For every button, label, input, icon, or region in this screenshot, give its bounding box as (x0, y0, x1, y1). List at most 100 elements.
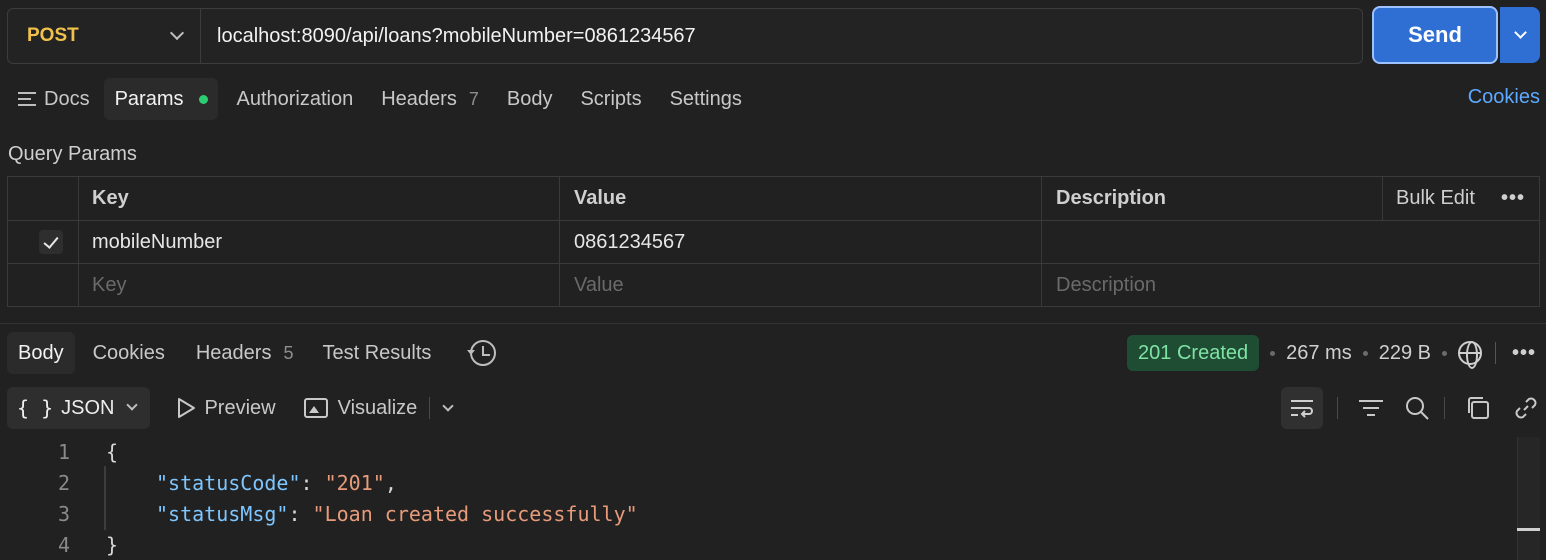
close-brace: } (106, 532, 119, 557)
tab-response-body[interactable]: Body (7, 332, 75, 374)
status-badge[interactable]: 201 Created (1127, 335, 1260, 371)
indent-guide (104, 466, 106, 530)
copy-icon[interactable] (1465, 395, 1491, 421)
tab-params[interactable]: Params (103, 78, 219, 120)
body-toolbar: { } JSON Preview Visualize (7, 387, 1539, 429)
tab-settings[interactable]: Settings (656, 78, 756, 120)
chevron-down-icon (1513, 25, 1527, 39)
request-url-bar: POST localhost:8090/api/loans?mobileNumb… (7, 8, 1363, 64)
row-value[interactable]: 0861234567 (559, 220, 1042, 264)
send-button[interactable]: Send (1372, 6, 1498, 64)
query-params-title: Query Params (8, 143, 137, 165)
line-number: 4 (57, 532, 70, 557)
line-number: 3 (57, 501, 70, 526)
method-select[interactable]: POST (8, 9, 201, 63)
separator-dot (1270, 350, 1276, 356)
visualize-button[interactable]: Visualize (303, 396, 418, 420)
history-icon[interactable] (467, 340, 497, 366)
tab-response-cookies[interactable]: Cookies (75, 332, 176, 374)
format-select[interactable]: { } JSON (7, 387, 151, 429)
key-placeholder[interactable]: Key (78, 263, 560, 307)
search-icon[interactable] (1404, 395, 1430, 421)
wrap-icon[interactable] (1281, 387, 1323, 429)
chevron-down-icon (169, 25, 185, 41)
tab-response-body-label: Body (18, 341, 64, 364)
header-check-cell (7, 176, 79, 221)
toolbar-divider (1337, 397, 1338, 419)
table-row-empty: Key Value Description (7, 263, 1540, 307)
response-code[interactable]: 1 { 2 "statusCode" : "201" , 3 "statusMs… (0, 436, 1516, 560)
code-line: 1 { (0, 436, 1516, 467)
bulk-edit-button[interactable]: Bulk Edit (1396, 187, 1475, 210)
header-description-cell: Description Bulk Edit ••• (1041, 176, 1540, 221)
method-label: POST (27, 25, 79, 46)
preview-button[interactable]: Preview (176, 396, 276, 420)
json-value: "201" (324, 470, 385, 495)
response-time[interactable]: 267 ms (1286, 342, 1352, 365)
pane-divider[interactable] (0, 323, 1546, 324)
preview-label: Preview (204, 396, 276, 419)
braces-icon: { } (17, 396, 54, 420)
cookies-link[interactable]: Cookies (1468, 86, 1540, 109)
chevron-down-icon[interactable] (442, 399, 454, 412)
chevron-down-icon (126, 399, 139, 411)
response-size[interactable]: 229 B (1379, 342, 1431, 365)
body-right-tools (1281, 387, 1539, 429)
meta-divider (1494, 342, 1496, 364)
scrollbar[interactable] (1517, 437, 1540, 560)
more-icon[interactable]: ••• (1501, 187, 1525, 210)
request-tabs: Docs Params Authorization Headers 7 Body… (8, 78, 756, 120)
table-header-row: Key Value Description Bulk Edit ••• (7, 176, 1540, 221)
code-line: 2 "statusCode" : "201" , (0, 467, 1516, 498)
table-row: mobileNumber 0861234567 (7, 220, 1540, 264)
tab-params-label: Params (114, 87, 184, 110)
tab-response-headers[interactable]: Headers 5 (176, 332, 305, 374)
json-colon: : (300, 470, 325, 495)
json-value: "Loan created successfully" (312, 501, 638, 526)
params-active-dot (199, 94, 209, 104)
row-check-cell (7, 220, 79, 264)
empty-check-cell (7, 263, 79, 307)
tab-authorization[interactable]: Authorization (218, 78, 367, 120)
query-params-table: Key Value Description Bulk Edit ••• mobi… (7, 176, 1540, 307)
more-icon[interactable]: ••• (1512, 342, 1536, 365)
tab-body-label: Body (506, 87, 553, 110)
line-number: 2 (57, 470, 70, 495)
separator-dot (1441, 350, 1447, 356)
separator-dot (1362, 350, 1368, 356)
row-key[interactable]: mobileNumber (78, 220, 560, 264)
tab-test-results[interactable]: Test Results (304, 332, 442, 374)
tab-response-cookies-label: Cookies (92, 341, 165, 364)
send-options-button[interactable] (1500, 7, 1540, 63)
filter-icon[interactable] (1358, 395, 1384, 421)
value-placeholder[interactable]: Value (559, 263, 1042, 307)
check-icon[interactable] (39, 230, 63, 254)
tab-docs[interactable]: Docs (8, 78, 104, 120)
row-description[interactable] (1041, 220, 1540, 264)
response-meta: 201 Created 267 ms 229 B ••• (1127, 335, 1536, 371)
header-description: Description (1056, 187, 1167, 209)
bulk-edit-area: Bulk Edit ••• (1382, 177, 1539, 220)
tab-authorization-label: Authorization (236, 87, 354, 110)
toolbar-divider (1444, 397, 1445, 419)
visualize-label: Visualize (337, 396, 418, 419)
format-label: JSON (61, 396, 115, 419)
image-icon (303, 398, 328, 418)
url-input[interactable]: localhost:8090/api/loans?mobileNumber=08… (201, 25, 696, 48)
response-headers-count: 5 (283, 342, 294, 363)
tab-settings-label: Settings (669, 87, 742, 110)
header-value: Value (559, 176, 1042, 221)
json-key: "statusMsg" (156, 501, 289, 526)
tab-scripts[interactable]: Scripts (566, 78, 655, 120)
description-placeholder[interactable]: Description (1041, 263, 1540, 307)
tab-headers[interactable]: Headers 7 (367, 78, 493, 120)
line-number: 1 (57, 439, 70, 464)
tab-response-headers-label: Headers (195, 341, 272, 364)
tab-test-results-label: Test Results (322, 341, 432, 364)
scrollbar-thumb[interactable] (1517, 528, 1540, 531)
json-key: "statusCode" (156, 470, 301, 495)
globe-icon[interactable] (1457, 341, 1482, 369)
link-icon[interactable] (1513, 395, 1539, 421)
tab-body[interactable]: Body (493, 78, 567, 120)
header-key: Key (78, 176, 560, 221)
